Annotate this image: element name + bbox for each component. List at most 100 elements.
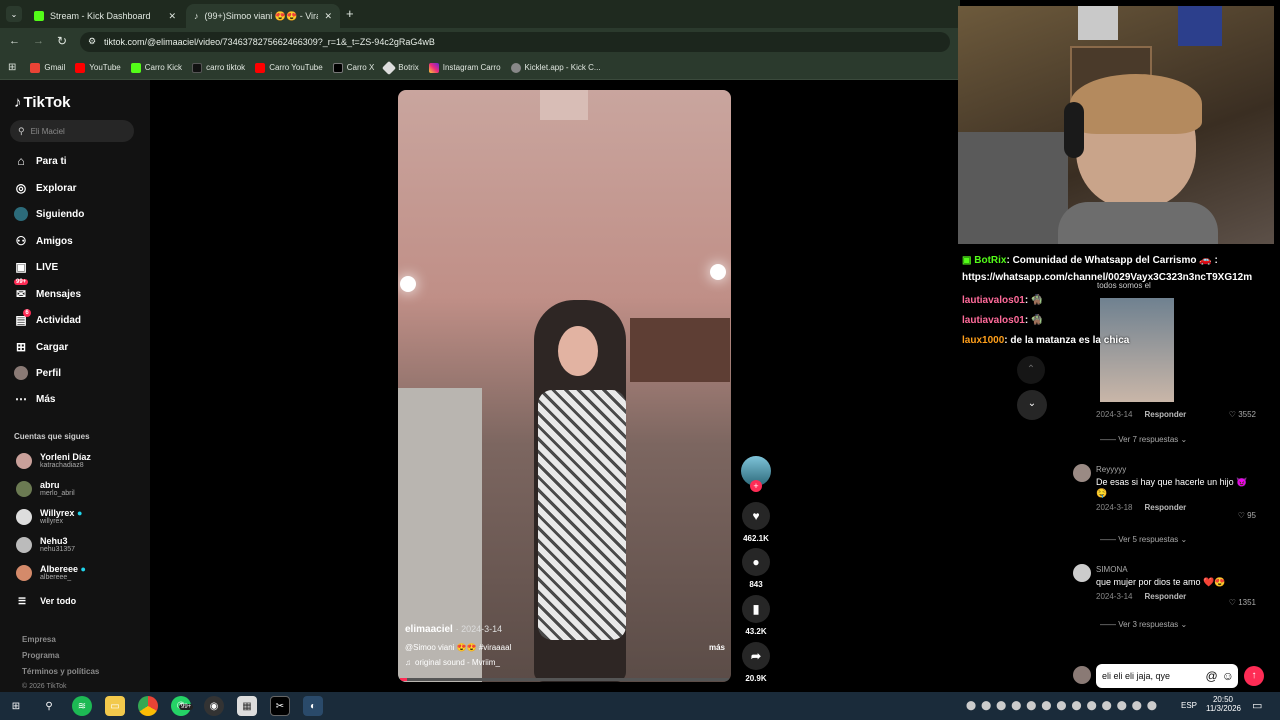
back-icon[interactable]: ←	[9, 35, 20, 47]
nav-mensajes[interactable]: ✉ 99+ Mensajes	[14, 279, 81, 301]
comment-like-count: 3552	[1238, 410, 1256, 419]
reload-icon[interactable]: ↻	[57, 34, 67, 48]
store-icon[interactable]: ▦	[237, 696, 257, 716]
language-indicator[interactable]: ESP	[1181, 701, 1197, 710]
video-player[interactable]: elimaaciel · 2024-3-14 @Simoo viani 😍😍 #…	[398, 90, 731, 682]
comment-button[interactable]: ● 843	[741, 548, 771, 589]
bookmark-kicklet[interactable]: Kicklet.app - Kick C...	[510, 62, 601, 73]
tiktok-icon	[192, 62, 203, 73]
comment-like-button[interactable]: ♡ 3552	[1229, 410, 1256, 419]
nav-cargar[interactable]: ⊞ Cargar	[14, 340, 68, 354]
notifications-icon[interactable]: ▭	[1252, 699, 1262, 712]
mention-icon[interactable]: @	[1206, 669, 1218, 683]
following-account[interactable]: Nehu3 nehu31357	[16, 536, 75, 553]
tiktok-logo[interactable]: ♪ TikTok	[14, 94, 70, 111]
windows-start-icon[interactable]: ⊞	[6, 696, 26, 716]
scroll-down-button[interactable]: ⌄	[1017, 390, 1047, 420]
nav-explorar[interactable]: ◎ Explorar	[14, 181, 77, 195]
nav-live[interactable]: ▣ LIVE	[14, 260, 58, 274]
emoji-icon[interactable]: ☺	[1222, 669, 1234, 683]
see-all-link[interactable]: ☰ Ver todo	[18, 596, 76, 607]
bookmark-botrix[interactable]: Botrix	[382, 60, 419, 75]
comment-input[interactable]: eli eli eli jaja, qye @ ☺	[1096, 664, 1238, 688]
new-tab-button[interactable]: +	[346, 6, 354, 21]
video-sound[interactable]: original sound - Mvriim_	[415, 658, 500, 667]
view-replies-button[interactable]: —— Ver 5 respuestas ⌄	[1100, 535, 1187, 544]
bookmark-youtube[interactable]: YouTube	[75, 62, 121, 73]
video-author[interactable]: elimaaciel	[405, 624, 453, 635]
site-info-icon[interactable]: ⚙	[88, 36, 96, 47]
nav-label: LIVE	[36, 261, 59, 273]
follow-plus-icon[interactable]: +	[750, 480, 762, 492]
tab-kick-dashboard[interactable]: Stream - Kick Dashboard ✕	[26, 4, 184, 28]
save-button[interactable]: ▮ 43.2K	[741, 595, 771, 636]
person-outfit	[538, 390, 626, 640]
system-tray-icons[interactable]: ⬤⬤⬤⬤⬤⬤⬤⬤⬤⬤⬤⬤⬤	[966, 700, 1162, 711]
search-icon[interactable]: ⚲	[39, 696, 59, 716]
tab-search-button[interactable]: ⌄	[6, 6, 22, 22]
footer-empresa[interactable]: Empresa	[22, 635, 56, 644]
comment-like-button[interactable]: ♡ 95	[1238, 511, 1256, 520]
upload-icon: ⊞	[15, 340, 27, 354]
file-explorer-icon[interactable]: ▭	[105, 696, 125, 716]
nav-siguiendo[interactable]: Siguiendo	[14, 207, 84, 221]
footer-programa[interactable]: Programa	[22, 651, 59, 660]
footer-copyright: © 2026 TikTok	[22, 683, 67, 690]
clock[interactable]: 20:50 11/3/2026	[1206, 695, 1241, 713]
avatar[interactable]	[1073, 464, 1091, 482]
view-replies-button[interactable]: —— Ver 7 respuestas ⌄	[1100, 435, 1187, 444]
url-field[interactable]: ⚙ tiktok.com/@elimaaciel/video/734637827…	[80, 32, 950, 52]
bookmark-instagram-carro[interactable]: Instagram Carro	[428, 62, 501, 73]
following-account[interactable]: abru merlo_abril	[16, 480, 75, 497]
bookmark-carro-youtube[interactable]: Carro YouTube	[255, 62, 323, 73]
whatsapp-icon[interactable]: ✆99+	[171, 696, 194, 716]
close-icon[interactable]: ✕	[324, 11, 332, 22]
reply-button[interactable]: Responder	[1144, 410, 1186, 419]
spotify-icon[interactable]: ≋	[72, 696, 92, 716]
view-replies-button[interactable]: —— Ver 3 respuestas ⌄	[1100, 620, 1187, 629]
capcut-icon[interactable]: ✂	[270, 696, 290, 716]
nav-actividad[interactable]: ▤ 6 Actividad	[14, 309, 81, 327]
kicklet-icon	[510, 62, 521, 73]
bookmark-carro-tiktok[interactable]: carro tiktok	[192, 62, 245, 73]
forward-icon[interactable]: →	[33, 35, 44, 47]
following-account[interactable]: Albereee ● albereee_	[16, 564, 86, 581]
youtube-icon	[75, 62, 86, 73]
chrome-icon[interactable]	[138, 696, 158, 716]
reply-button[interactable]: Responder	[1144, 592, 1186, 601]
chat-username: lautiavalos01	[962, 315, 1025, 326]
following-account[interactable]: Willyrex ● willyrex	[16, 508, 82, 525]
chrome-active-icon[interactable]: ◐	[303, 696, 323, 716]
video-caption[interactable]: @Simoo viani 😍😍 #viraaaal	[405, 643, 511, 652]
comment-like-button[interactable]: ♡ 1351	[1229, 598, 1256, 607]
bookmark-carro-x[interactable]: Carro X	[332, 62, 374, 73]
post-comment-button[interactable]: ↑	[1244, 666, 1264, 686]
bookmark-carro-kick[interactable]: Carro Kick	[130, 62, 182, 73]
bookmark-gmail[interactable]: Gmail	[30, 62, 65, 73]
address-bar-row: ← → ↻ ⚙ tiktok.com/@elimaaciel/video/734…	[0, 28, 960, 56]
caption-more-button[interactable]: más	[709, 643, 725, 652]
apps-icon[interactable]: ⊞	[8, 62, 16, 73]
like-button[interactable]: ♥ 462.1K	[741, 502, 771, 543]
comment-date: 2024-3-14	[1096, 410, 1133, 419]
obs-icon[interactable]: ◉	[204, 696, 224, 716]
tab-tiktok[interactable]: ♪ (99+)Simoo viani 😍😍 - Vira ✕	[186, 4, 340, 28]
author-avatar-button[interactable]: +	[741, 456, 771, 492]
following-account[interactable]: Yorleni Díaz katrachadiaz8	[16, 452, 91, 469]
comment-username[interactable]: Reyyyyy	[1096, 465, 1256, 474]
nav-para-ti[interactable]: ⌂ Para ti	[14, 154, 66, 168]
nav-mas[interactable]: ⋯ Más	[14, 392, 55, 406]
nav-amigos[interactable]: ⚇ Amigos	[14, 234, 73, 248]
avatar	[16, 452, 32, 469]
friends-icon: ⚇	[15, 234, 27, 248]
footer-terminos[interactable]: Términos y políticas	[22, 667, 99, 676]
nav-perfil[interactable]: Perfil	[14, 366, 61, 380]
share-button[interactable]: ➦ 20.9K	[741, 642, 771, 683]
avatar[interactable]	[1073, 564, 1091, 582]
scroll-up-button[interactable]: ⌃	[1017, 356, 1045, 384]
comment-username[interactable]: SIMONA	[1096, 565, 1256, 574]
search-input[interactable]: ⚲ Eli Maciel	[10, 120, 134, 142]
close-icon[interactable]: ✕	[168, 11, 176, 22]
reply-button[interactable]: Responder	[1144, 503, 1186, 512]
video-progress-track[interactable]	[400, 678, 729, 681]
